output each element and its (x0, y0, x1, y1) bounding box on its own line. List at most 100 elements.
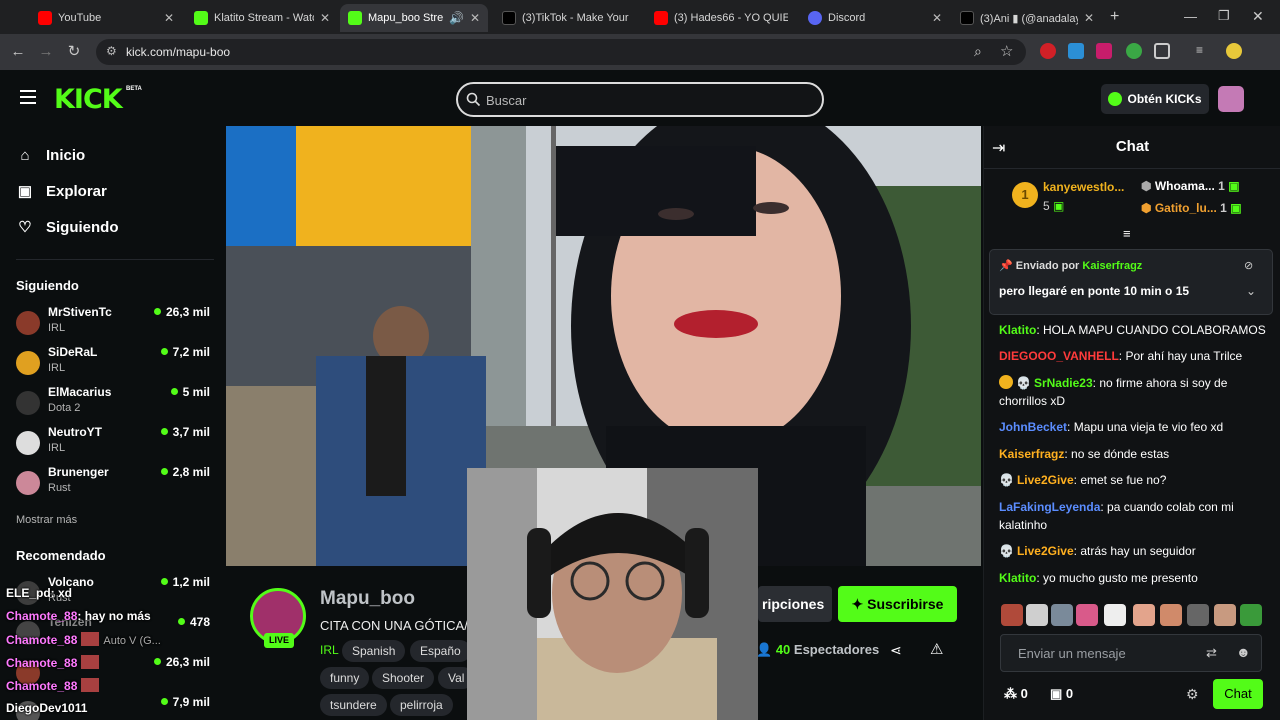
restore-button[interactable]: ❐ (1218, 8, 1230, 24)
tab-ani[interactable]: (3)Ani ▮ (@anadalay ✕ (952, 4, 1102, 32)
new-tab-button[interactable]: + (1110, 8, 1119, 26)
back-button[interactable]: ← (8, 42, 28, 62)
gifter-row[interactable]: ⬢ Gatito_lu... 1 ▣ (1141, 201, 1242, 215)
expand-gifters-icon[interactable]: ≡ (1123, 226, 1131, 241)
tag-pill[interactable]: Shooter (372, 667, 435, 689)
sidebar-item-explorar[interactable]: ▣ Explorar (16, 180, 107, 202)
channel-item[interactable]: SiDeRaL IRL 7,2 mil (16, 345, 210, 383)
tag-pill[interactable]: funny (320, 667, 370, 689)
tag-pill[interactable]: pelirroja (390, 694, 453, 716)
send-chat-button[interactable]: Chat (1213, 679, 1263, 709)
emote-image[interactable] (1133, 604, 1155, 626)
extension-icon[interactable] (1040, 43, 1056, 59)
bookmark-star-icon[interactable]: ☆ (1000, 42, 1013, 60)
channel-item[interactable]: ElMacarius Dota 2 5 mil (16, 385, 210, 423)
site-info-icon[interactable]: ⚙ (106, 44, 117, 58)
hamburger-menu-icon[interactable] (20, 90, 36, 104)
chat-username[interactable]: DIEGOOO_VANHELL (999, 349, 1119, 363)
category-link[interactable]: IRL (320, 643, 339, 657)
extension-icon[interactable] (1126, 43, 1142, 59)
sidebar-item-inicio[interactable]: ⌂ Inicio (16, 144, 85, 166)
puzzle-extensions-icon[interactable] (1154, 43, 1170, 59)
chat-input[interactable]: Enviar un mensaje ⇄ ☻ (1000, 634, 1262, 672)
emote-image[interactable] (1187, 604, 1209, 626)
points-display[interactable]: ⁂ 0 (1004, 686, 1028, 702)
subscribe-button[interactable]: ✦ Suscribirse (838, 586, 957, 622)
zoom-icon[interactable]: ⌕ (974, 43, 982, 60)
channel-item[interactable]: MrStivenTc IRL 26,3 mil (16, 305, 210, 343)
tag-pill[interactable]: Spanish (342, 640, 406, 662)
emote-image[interactable] (1001, 604, 1023, 626)
kicks-display[interactable]: ▣ 0 (1050, 686, 1073, 702)
rank-icon: ⬢ (1141, 201, 1155, 215)
chat-username[interactable]: JohnBecket (999, 420, 1067, 434)
chevron-down-icon[interactable]: ⌄ (1246, 284, 1256, 298)
emote-image[interactable] (1160, 604, 1182, 626)
media-control-icon[interactable]: ≡ (1196, 43, 1212, 59)
tag-pill[interactable]: tsundere (320, 694, 387, 716)
divider (984, 168, 1280, 169)
hide-pinned-icon[interactable]: ⊘ (1244, 259, 1253, 272)
gifter-name: Gatito_lu... (1154, 201, 1217, 215)
overlay-chat-line: Chamote_88 Auto V (G... (6, 632, 161, 647)
close-icon[interactable]: ✕ (1084, 11, 1094, 25)
chat-username[interactable]: Live2Give (1017, 544, 1074, 558)
emote-image[interactable] (1026, 604, 1048, 626)
share-icon[interactable]: ⋖ (890, 642, 902, 659)
close-icon[interactable]: ✕ (932, 11, 942, 25)
browser-tab-bar: YouTube ✕ Klatito Stream - Watch ✕ Mapu_… (0, 0, 1280, 34)
tab-hades66[interactable]: (3) Hades66 - YO QUIE (646, 4, 796, 32)
chat-username[interactable]: LaFakingLeyenda (999, 500, 1100, 514)
reload-button[interactable]: ↻ (64, 42, 84, 62)
emote-image[interactable] (1051, 604, 1073, 626)
chat-username[interactable]: Klatito (999, 571, 1036, 585)
gear-icon[interactable]: ⚙ (1186, 686, 1199, 703)
emote-image[interactable] (1214, 604, 1236, 626)
close-window-button[interactable]: ✕ (1252, 8, 1264, 25)
tab-tiktok[interactable]: (3)TikTok - Make Your (494, 4, 644, 32)
emote-image[interactable] (1240, 604, 1262, 626)
tag-pill[interactable]: Españo (410, 640, 471, 662)
address-bar[interactable]: ⚙ kick.com/mapu-boo ⌕ ☆ (96, 39, 1026, 65)
emote-image[interactable] (1104, 604, 1126, 626)
chat-username[interactable]: Kaiserfragz (999, 447, 1064, 461)
forward-button[interactable]: → (36, 42, 56, 62)
sidebar-item-siguiendo[interactable]: ♡ Siguiendo (16, 216, 118, 238)
get-kicks-button[interactable]: Obtén KICKs (1101, 84, 1209, 114)
rank-icon: ⬢ (1141, 179, 1155, 193)
close-icon[interactable]: ✕ (470, 11, 480, 25)
chat-username[interactable]: Live2Give (1017, 473, 1074, 487)
close-icon[interactable]: ✕ (164, 11, 174, 25)
close-icon[interactable]: ✕ (320, 11, 330, 25)
chat-input-placeholder: Enviar un mensaje (1018, 646, 1126, 661)
pinned-message[interactable]: 📌 Enviado por Kaiserfragz ⊘ pero llegaré… (989, 249, 1273, 315)
tab-youtube[interactable]: YouTube ✕ (30, 4, 182, 32)
shield-extension-icon[interactable] (1096, 43, 1112, 59)
minimize-button[interactable]: — (1184, 9, 1197, 24)
tab-discord[interactable]: Discord ✕ (800, 4, 950, 32)
tab-klatito[interactable]: Klatito Stream - Watch ✕ (186, 4, 338, 32)
gifter-name[interactable]: kanyewestlo... (1043, 180, 1124, 194)
translate-icon[interactable]: ⇄ (1206, 645, 1217, 661)
tab-mapu-boo[interactable]: Mapu_boo Stream 🔊 ✕ (340, 4, 488, 32)
channel-name[interactable]: Mapu_boo (320, 588, 415, 610)
chat-username[interactable]: Klatito (999, 323, 1036, 337)
translate-extension-icon[interactable] (1068, 43, 1084, 59)
chat-username[interactable]: SrNadie23 (1034, 376, 1093, 390)
search-input[interactable]: Buscar (456, 82, 824, 117)
profile-avatar[interactable] (1226, 43, 1242, 59)
emoji-icon[interactable]: ☻ (1236, 644, 1251, 660)
report-icon[interactable]: ⚠ (930, 640, 943, 658)
kick-logo[interactable]: KICK (54, 84, 123, 115)
gifter-row[interactable]: ⬢ Whoama... 1 ▣ (1141, 179, 1240, 193)
gift-icon: ▣ (1224, 179, 1240, 193)
show-more-link[interactable]: Mostrar más (16, 514, 77, 526)
emote-image (81, 655, 100, 669)
emote-image[interactable] (1076, 604, 1098, 626)
channel-item[interactable]: Brunenger Rust 2,8 mil (16, 465, 210, 503)
overlay-chat-line: DiegoDev1011 (6, 701, 87, 715)
user-avatar[interactable] (1218, 86, 1244, 112)
channel-item[interactable]: NeutroYT IRL 3,7 mil (16, 425, 210, 463)
speaker-icon[interactable]: 🔊 (449, 11, 464, 25)
subscriptions-button[interactable]: ripciones (758, 586, 832, 622)
